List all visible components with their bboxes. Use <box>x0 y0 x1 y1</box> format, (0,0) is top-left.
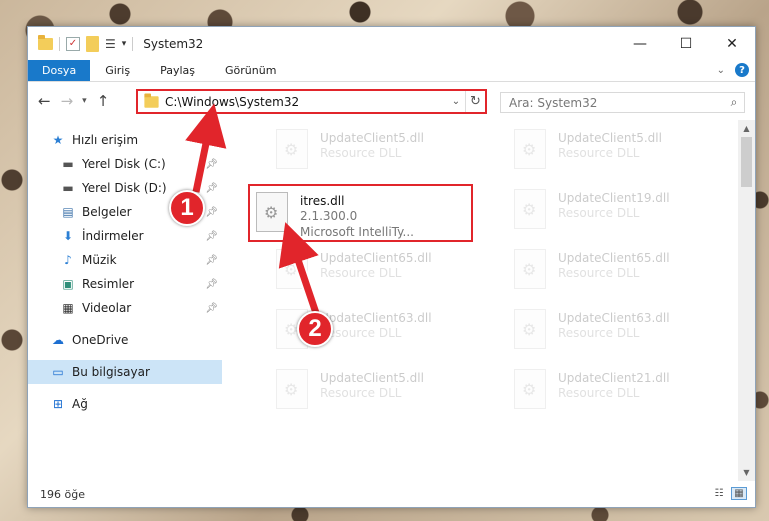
annotation-arrows <box>185 103 322 319</box>
step-badge-1: 1 <box>169 190 205 226</box>
step-badge-2: 2 <box>297 311 333 347</box>
